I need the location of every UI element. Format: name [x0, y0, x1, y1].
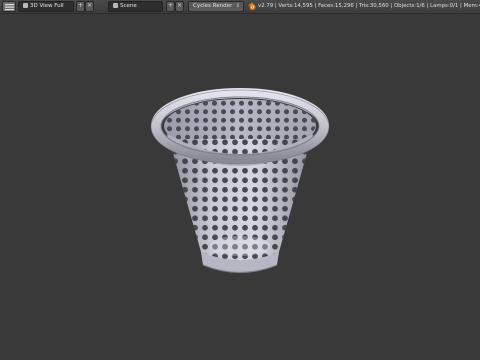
- delete-scene-button[interactable]: ×: [175, 1, 184, 12]
- blender-logo-icon: [248, 2, 256, 10]
- add-screen-button[interactable]: +: [76, 1, 85, 12]
- blender-window: 3D View Full + × Scene + × Cycles Render…: [0, 0, 480, 360]
- render-engine-label: Cycles Render: [193, 3, 233, 9]
- scene-field[interactable]: Scene: [108, 1, 163, 12]
- screen-layout-field[interactable]: 3D View Full: [18, 1, 74, 12]
- editor-type-menu[interactable]: [2, 1, 16, 12]
- 3d-viewport[interactable]: [0, 14, 480, 360]
- dropdown-caret-icon: ⇕: [235, 3, 240, 9]
- scene-statistics: v2.79 | Verts:14,595 | Faces:15,296 | Tr…: [258, 3, 480, 9]
- wastebasket-model: [150, 88, 330, 274]
- add-scene-button[interactable]: +: [166, 1, 175, 12]
- scene-icon: [113, 2, 118, 8]
- screen-layout-icon: [23, 2, 28, 8]
- render-engine-dropdown[interactable]: Cycles Render ⇕: [188, 1, 244, 12]
- delete-screen-button[interactable]: ×: [85, 1, 94, 12]
- info-header: 3D View Full + × Scene + × Cycles Render…: [0, 0, 480, 14]
- scene-label: Scene: [120, 3, 137, 9]
- screen-layout-label: 3D View Full: [30, 3, 64, 9]
- editor-type-icon: [5, 4, 14, 11]
